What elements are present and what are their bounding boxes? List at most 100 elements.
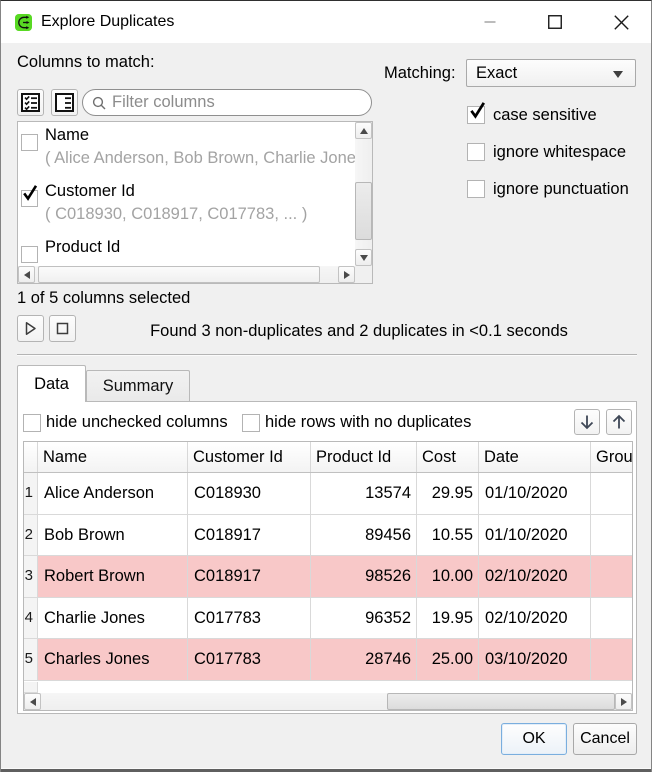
column-checkbox[interactable] — [21, 134, 38, 151]
maximize-button[interactable] — [532, 1, 578, 43]
explore-duplicates-dialog: Explore Duplicates Columns to match: Mat… — [0, 0, 652, 772]
tab-data[interactable]: Data — [17, 365, 86, 402]
run-button[interactable] — [17, 315, 44, 342]
cancel-button-label: Cancel — [580, 730, 630, 748]
column-list-item[interactable]: Name( Alice Anderson, Bob Brown, Charlie… — [18, 124, 355, 180]
cell[interactable]: 98526 — [311, 556, 417, 598]
cell[interactable]: 96352 — [311, 598, 417, 640]
cell[interactable] — [591, 598, 633, 640]
cell[interactable]: 89456 — [311, 515, 417, 557]
column-header-Cost[interactable]: Cost — [417, 442, 479, 472]
table-row[interactable]: 2Bob BrownC0189178945610.5501/10/2020 — [24, 515, 632, 557]
table-row[interactable]: 1Alice AndersonC0189301357429.9501/10/20… — [24, 473, 632, 515]
cell[interactable]: C018917 — [188, 515, 311, 557]
stop-button[interactable] — [49, 315, 76, 342]
cell[interactable] — [591, 473, 633, 515]
scroll-left-icon — [30, 698, 36, 706]
cell[interactable]: Charlie Jones — [38, 598, 188, 640]
list-scroll-left-button[interactable] — [18, 266, 35, 283]
column-checkbox[interactable] — [21, 246, 38, 263]
cell[interactable]: Alice Anderson — [38, 473, 188, 515]
columns-list: Name( Alice Anderson, Bob Brown, Charlie… — [17, 121, 373, 284]
list-scroll-up-button[interactable] — [355, 122, 372, 139]
list-vertical-scrollbar-thumb[interactable] — [355, 182, 372, 240]
close-button[interactable] — [598, 1, 644, 43]
tab-summary[interactable]: Summary — [86, 370, 190, 402]
previous-duplicate-button[interactable] — [606, 409, 632, 435]
cell[interactable]: 02/10/2020 — [479, 556, 591, 598]
column-header-Name[interactable]: Name — [38, 442, 188, 472]
table-horizontal-scrollbar-thumb[interactable] — [387, 693, 615, 710]
matching-dropdown[interactable]: Exact — [466, 59, 636, 87]
column-header-Customer Id[interactable]: Customer Id — [188, 442, 311, 472]
cell[interactable]: 28746 — [311, 639, 417, 681]
row-number[interactable]: 3 — [24, 556, 38, 598]
uncheck-all-icon — [55, 93, 74, 112]
column-name: Name — [45, 126, 89, 145]
stop-icon — [56, 322, 69, 335]
cell[interactable]: 01/10/2020 — [479, 473, 591, 515]
columns-selected-status: 1 of 5 columns selected — [17, 289, 190, 308]
cell[interactable] — [591, 556, 633, 598]
cell[interactable]: 13574 — [311, 473, 417, 515]
cell[interactable]: Bob Brown — [38, 515, 188, 557]
hide-rows-no-duplicates-label: hide rows with no duplicates — [265, 412, 471, 432]
cell[interactable]: C018917 — [188, 556, 311, 598]
table-scroll-left-button[interactable] — [24, 693, 41, 710]
dropdown-arrow-icon — [613, 71, 623, 78]
ok-button[interactable]: OK — [501, 723, 567, 755]
table-row-duplicate[interactable]: 5Charles JonesC0177832874625.0003/10/202… — [24, 639, 632, 681]
column-header-Group[interactable]: Group — [591, 442, 633, 472]
column-header-Date[interactable]: Date — [479, 442, 591, 472]
ignore-punctuation-checkbox[interactable] — [467, 180, 485, 198]
list-scroll-right-button[interactable] — [338, 266, 355, 283]
cell[interactable]: C017783 — [188, 598, 311, 640]
column-list-item[interactable]: Product Id — [18, 236, 355, 266]
list-scroll-down-button[interactable] — [355, 249, 372, 266]
cell[interactable]: 19.95 — [417, 598, 479, 640]
cell[interactable]: 25.00 — [417, 639, 479, 681]
table-row-duplicate[interactable]: 3Robert BrownC0189179852610.0002/10/2020 — [24, 556, 632, 598]
hide-rows-no-duplicates-checkbox[interactable] — [242, 414, 260, 432]
cell[interactable]: C017783 — [188, 639, 311, 681]
cancel-button[interactable]: Cancel — [573, 723, 637, 755]
column-list-item[interactable]: Customer Id( C018930, C018917, C017783, … — [18, 180, 355, 236]
columns-list-viewport[interactable]: Name( Alice Anderson, Bob Brown, Charlie… — [18, 122, 355, 266]
list-horizontal-scrollbar-thumb[interactable] — [38, 266, 320, 283]
cell[interactable]: 02/10/2020 — [479, 598, 591, 640]
window-title: Explore Duplicates — [41, 1, 174, 43]
row-number[interactable]: 2 — [24, 515, 38, 557]
cell[interactable]: 01/10/2020 — [479, 515, 591, 557]
cell[interactable]: 10.00 — [417, 556, 479, 598]
column-header-row-number[interactable] — [24, 442, 38, 472]
minimize-button[interactable] — [467, 1, 513, 43]
filter-columns-input[interactable]: Filter columns — [82, 89, 372, 116]
ok-button-label: OK — [522, 730, 545, 748]
cell[interactable] — [591, 515, 633, 557]
case-sensitive-checkbox[interactable] — [467, 106, 485, 124]
table-scroll-right-button[interactable] — [615, 693, 632, 710]
cell[interactable]: 29.95 — [417, 473, 479, 515]
cell[interactable]: 10.55 — [417, 515, 479, 557]
uncheck-all-columns-button[interactable] — [51, 89, 78, 116]
cell[interactable]: 03/10/2020 — [479, 639, 591, 681]
column-name: Product Id — [45, 238, 120, 257]
minimize-icon — [484, 16, 496, 28]
cell[interactable]: Robert Brown — [38, 556, 188, 598]
table-row[interactable]: 4Charlie JonesC0177839635219.9502/10/202… — [24, 598, 632, 640]
cell[interactable]: C018930 — [188, 473, 311, 515]
cell[interactable] — [591, 639, 633, 681]
ignore-whitespace-checkbox[interactable] — [467, 143, 485, 161]
row-number[interactable]: 1 — [24, 473, 38, 515]
check-all-columns-button[interactable] — [17, 89, 44, 116]
list-scrollbar-corner — [355, 266, 372, 283]
scroll-up-icon — [360, 128, 368, 134]
column-header-Product Id[interactable]: Product Id — [311, 442, 417, 472]
row-number[interactable]: 4 — [24, 598, 38, 640]
hide-unchecked-columns-checkbox[interactable] — [23, 414, 41, 432]
cell[interactable]: Charles Jones — [38, 639, 188, 681]
column-checkbox[interactable] — [21, 190, 38, 207]
maximize-icon — [548, 15, 562, 29]
next-duplicate-button[interactable] — [574, 409, 600, 435]
row-number[interactable]: 5 — [24, 639, 38, 681]
